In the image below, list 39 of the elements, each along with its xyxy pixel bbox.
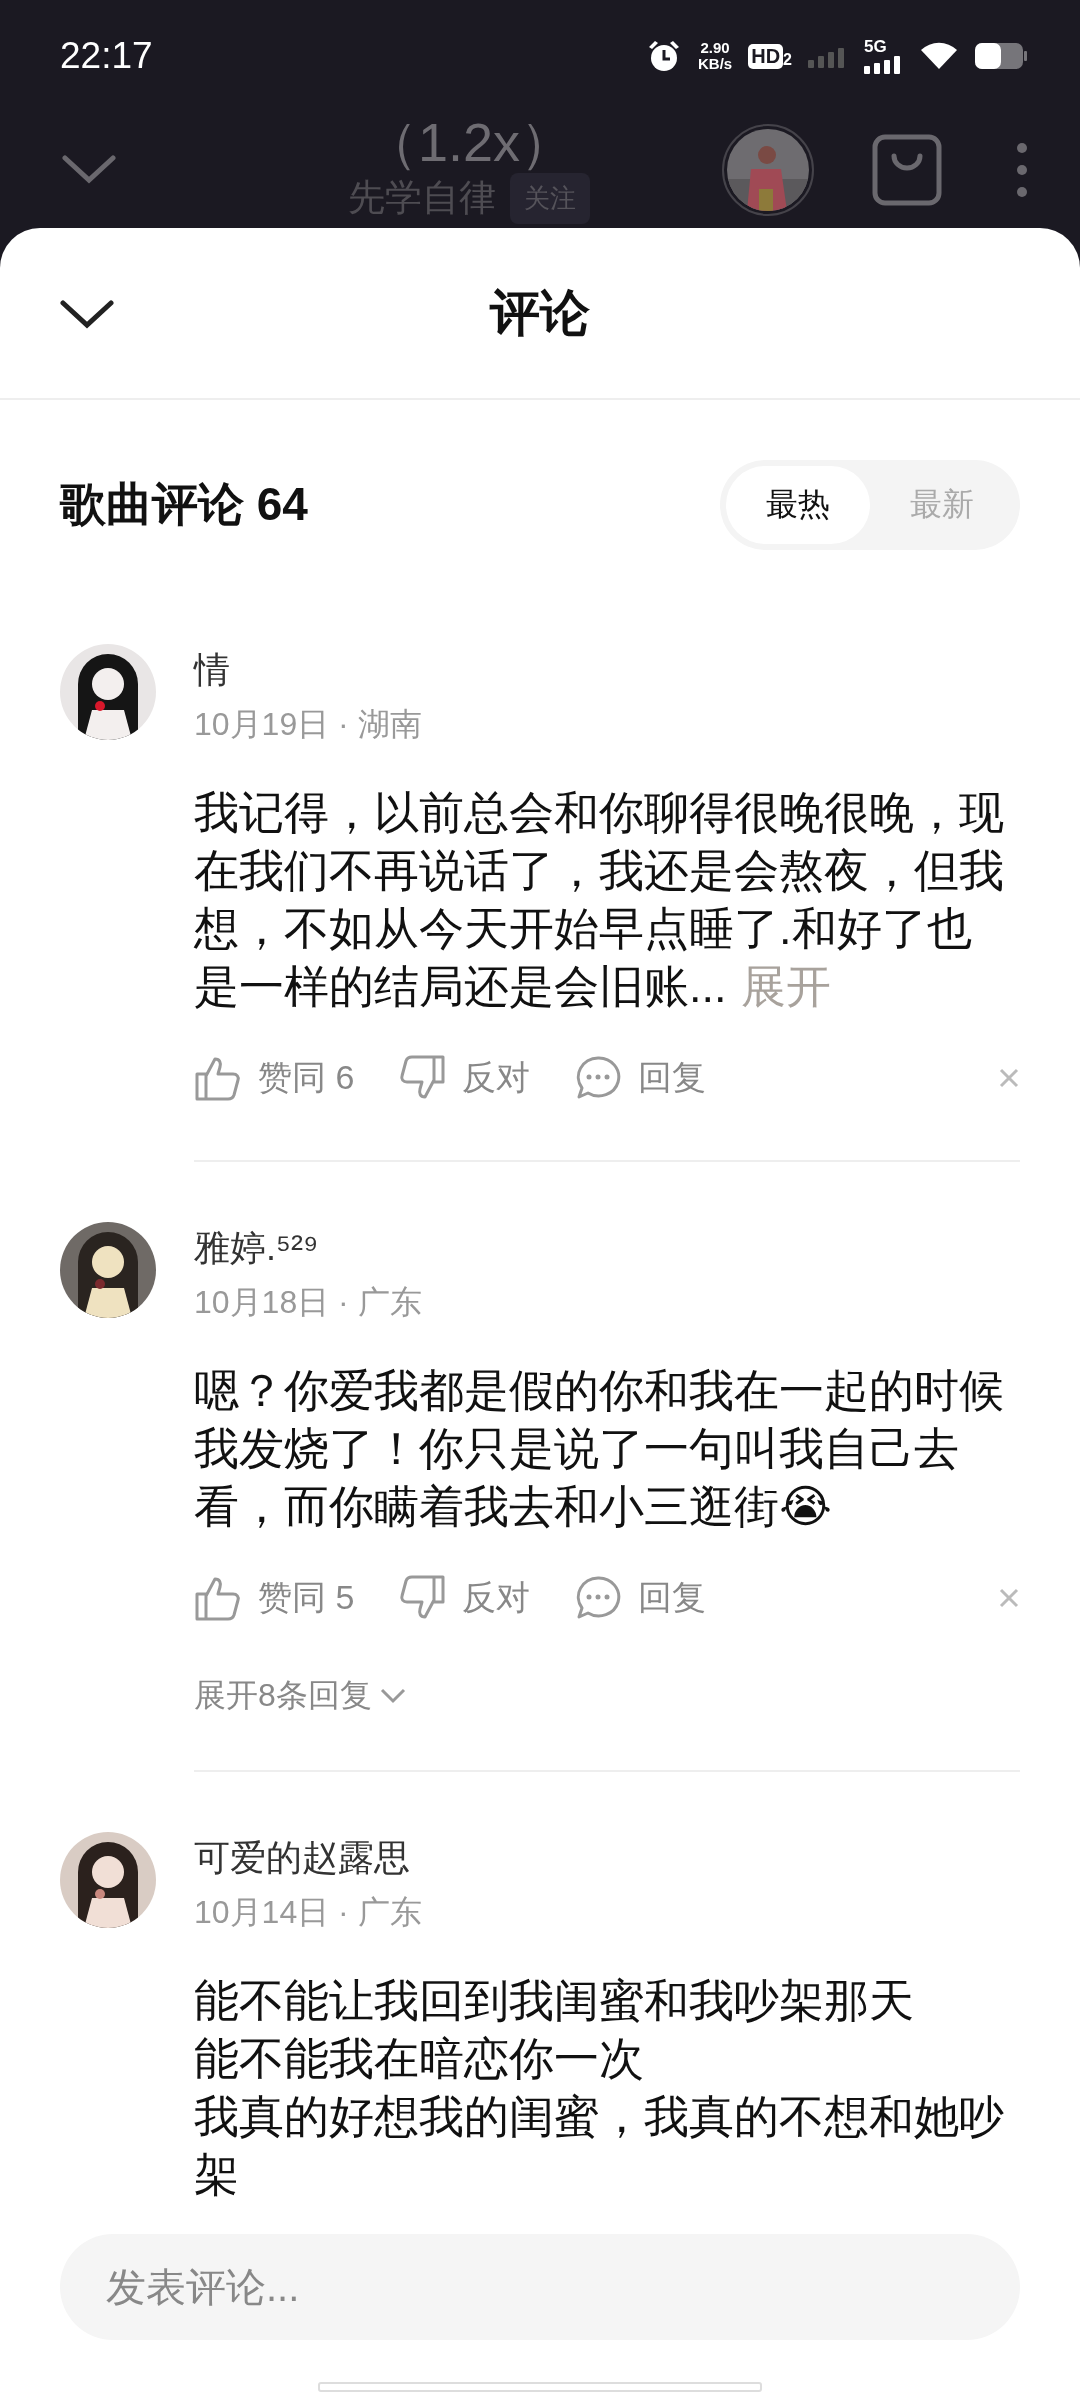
speed-unit: KB/s bbox=[698, 56, 733, 72]
close-icon[interactable] bbox=[998, 1067, 1020, 1089]
status-time: 22:17 bbox=[60, 35, 153, 77]
close-icon[interactable] bbox=[998, 1587, 1020, 1609]
username[interactable]: 可爱的赵露思 bbox=[194, 1836, 410, 1880]
collapse-icon[interactable] bbox=[60, 300, 114, 330]
network-speed: 2.90 bbox=[700, 40, 730, 56]
section-title: 歌曲评论 64 bbox=[60, 477, 308, 532]
wifi-icon bbox=[920, 41, 958, 71]
sort-tab[interactable]: 最新 bbox=[870, 466, 1014, 544]
username[interactable]: 情 bbox=[194, 648, 230, 692]
comment-input[interactable]: 发表评论... bbox=[60, 2234, 1020, 2340]
username[interactable]: 雅婷.⁵²⁹ bbox=[194, 1226, 319, 1270]
comment-text: 我记得，以前总会和你聊得很晚很晚，现在我们不再说话了，我还是会熬夜，但我想，不如从今天开始早点睡了.和好了也是一样的结局还是会旧账... 展开 bbox=[194, 786, 1005, 1014]
comment-date: 10月18日 · 广东 bbox=[194, 1283, 422, 1322]
expand-link[interactable]: 展开 bbox=[740, 961, 831, 1012]
more-icon[interactable] bbox=[1016, 140, 1028, 200]
like-button[interactable]: 赞同 5 bbox=[194, 1574, 355, 1622]
reply-button[interactable]: 回复 bbox=[574, 1574, 707, 1622]
like-button[interactable]: 赞同 6 bbox=[194, 1054, 355, 1102]
sheet-title: 评论 bbox=[490, 283, 590, 343]
dislike-button[interactable]: 反对 bbox=[398, 1054, 531, 1102]
hd-sub: 2 bbox=[783, 50, 792, 69]
comment-date: 10月19日 · 湖南 bbox=[194, 705, 422, 744]
battery-icon bbox=[974, 42, 1028, 70]
chevron-down-icon bbox=[379, 1688, 406, 1704]
comment-text: 能不能我在暗恋你一次 bbox=[194, 2032, 645, 2086]
playback-speed: （1.2x） bbox=[363, 110, 575, 173]
network-type: 5G bbox=[864, 38, 888, 56]
comment-date: 10月14日 · 广东 bbox=[194, 1893, 422, 1932]
comment-text: 我真的好想我的闺蜜，我真的不想和她吵架 bbox=[194, 2090, 1005, 2202]
hd-badge: HD bbox=[748, 43, 784, 69]
reply-button[interactable]: 回复 bbox=[574, 1054, 707, 1102]
expand-replies-link[interactable]: 展开8条回复 bbox=[194, 1674, 406, 1718]
dislike-button[interactable]: 反对 bbox=[398, 1574, 531, 1622]
shopping-bag-icon[interactable] bbox=[872, 134, 942, 206]
comment-text: 嗯？你爱我都是假的你和我在一起的时候我发烧了！你只是说了一句叫我自己去看，而你瞒着我去和小三逛街😭 bbox=[194, 1364, 1005, 1534]
comment-text: 能不能让我回到我闺蜜和我吵架那天 bbox=[194, 1974, 915, 2028]
sort-tab[interactable]: 最热 bbox=[726, 466, 870, 544]
